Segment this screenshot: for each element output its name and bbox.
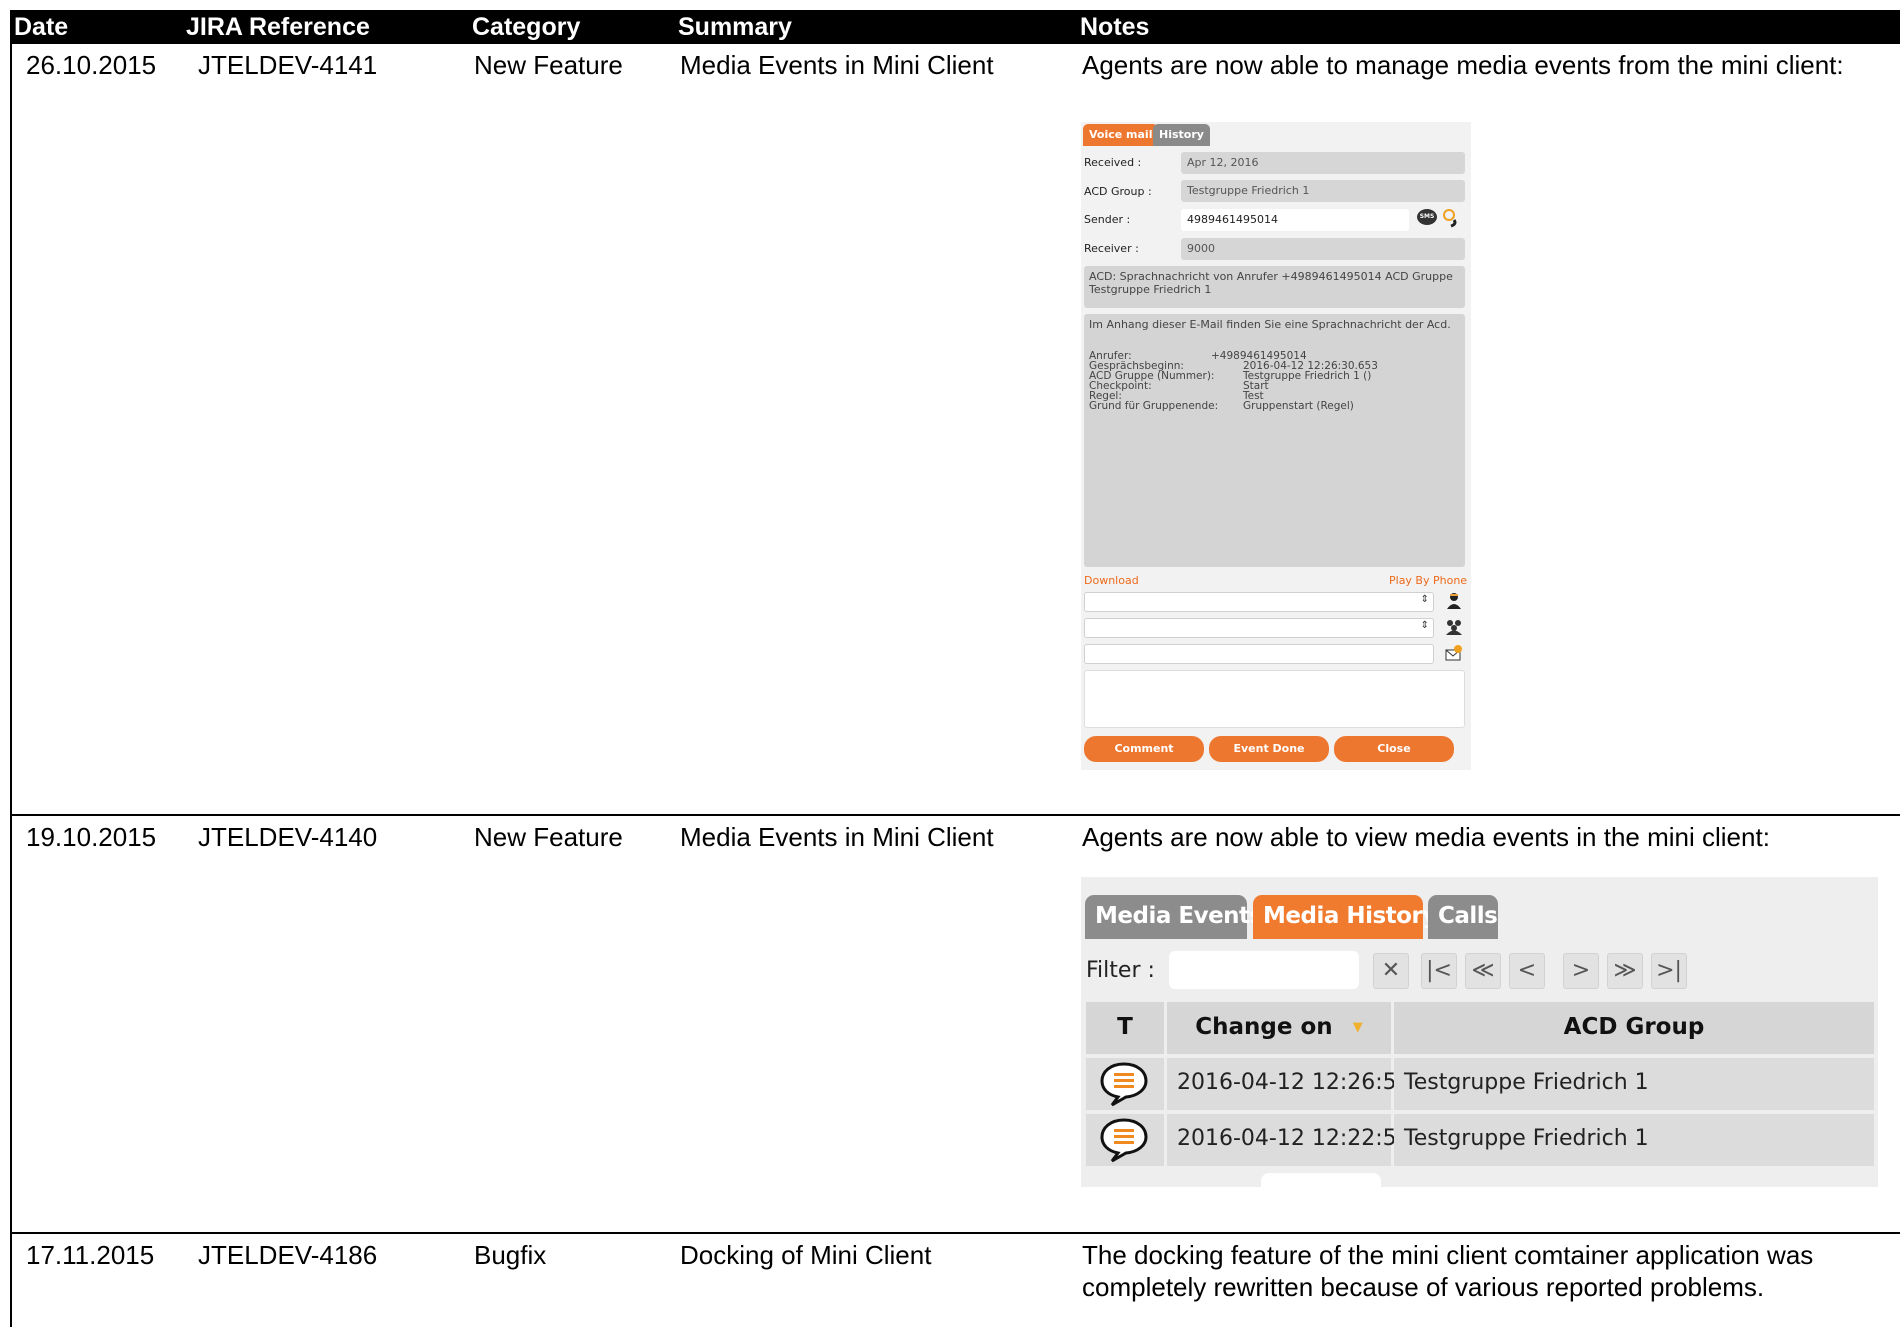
table-cell-change-on[interactable]: 2016-04-12 12:26:57 [1167,1058,1411,1110]
table-cell-acd-group[interactable]: Testgruppe Friedrich 1 [1394,1114,1874,1166]
row-notes-line1: The docking feature of the mini client c… [1082,1240,1814,1270]
acd-group-label: ACD Group : [1084,185,1152,198]
row-category: Bugfix [474,1240,547,1270]
row-summary: Docking of Mini Client [680,1240,932,1270]
fast-back-button[interactable]: ≪ [1465,953,1501,989]
chat-bubble-icon [1098,1117,1150,1169]
sms-icon[interactable]: SMS [1417,209,1437,225]
table-row-type [1086,1058,1164,1110]
row-date: 26.10.2015 [26,50,157,80]
table-row: 26.10.2015 JTELDEV-4141 New Feature Medi… [10,44,1900,816]
body-key: Grund für Gruppenende: [1089,400,1219,412]
row-jira: JTELDEV-4141 [198,50,378,80]
prev-page-button[interactable]: < [1509,953,1545,989]
sort-desc-icon: ▼ [1352,1020,1363,1035]
body-intro: Im Anhang dieser E-Mail finden Sie eine … [1089,318,1451,331]
phone-icon[interactable] [1441,208,1461,228]
row-summary: Media Events in Mini Client [680,822,994,852]
header-summary: Summary [678,13,792,41]
body-value: Gruppenstart (Regel) [1243,400,1354,412]
table-row-type [1086,1114,1164,1166]
header-category: Category [472,13,581,41]
row-summary: Media Events in Mini Client [680,50,994,80]
group-select[interactable]: ⇕ [1084,618,1434,638]
table-header: Date JIRA Reference Category Summary Not… [10,10,1900,44]
voicemail-screenshot: Voice mail History Received : Apr 12, 20… [1081,122,1471,770]
row-notes-line2: completely rewritten because of various … [1082,1272,1765,1302]
event-done-button[interactable]: Event Done [1209,736,1329,762]
sender-field[interactable]: 4989461495014 [1181,209,1409,231]
tab-media-events[interactable]: Media Events [1085,895,1263,939]
download-link[interactable]: Download [1084,574,1139,587]
row-jira: JTELDEV-4186 [198,1240,378,1270]
agent-icon[interactable] [1445,592,1463,610]
clear-filter-button[interactable]: ✕ [1373,953,1409,989]
last-page-button[interactable]: >| [1651,953,1687,989]
acd-group-field: Testgruppe Friedrich 1 [1181,180,1465,202]
table-cell-acd-group[interactable]: Testgruppe Friedrich 1 [1394,1058,1874,1110]
row-category: New Feature [474,822,623,852]
media-history-screenshot: Media Events Media History Calls Filter … [1081,877,1878,1187]
row-jira: JTELDEV-4140 [198,822,378,852]
tab-voice-mail[interactable]: Voice mail [1083,124,1159,146]
tab-media-history[interactable]: Media History [1253,895,1437,939]
header-date: Date [14,13,69,41]
received-field: Apr 12, 2016 [1181,152,1465,174]
row-notes: Agents are now able to view media events… [1082,822,1770,852]
filter-label: Filter : [1086,958,1155,983]
close-button[interactable]: Close [1334,736,1454,762]
chat-bubble-icon [1098,1061,1150,1113]
email-icon[interactable] [1445,644,1463,662]
filter-input[interactable] [1169,951,1359,989]
receiver-label: Receiver : [1084,242,1139,255]
received-label: Received : [1084,156,1142,169]
sender-label: Sender : [1084,213,1131,226]
tab-history[interactable]: History [1153,124,1210,146]
header-jira: JIRA Reference [186,13,370,41]
column-header-change-on-label: Change on [1195,1014,1333,1040]
header-notes: Notes [1080,13,1150,41]
subject-box: ACD: Sprachnachricht von Anrufer +498946… [1084,266,1465,308]
column-header-change-on[interactable]: Change on ▼ [1167,1002,1391,1054]
comment-textarea[interactable] [1084,670,1465,728]
row-notes: Agents are now able to manage media even… [1082,50,1844,80]
fast-forward-button[interactable]: ≫ [1607,953,1643,989]
play-by-phone-link[interactable]: Play By Phone [1389,574,1467,587]
row-date: 17.11.2015 [26,1240,155,1270]
comment-button[interactable]: Comment [1084,736,1204,762]
table-row: 17.11.2015 JTELDEV-4186 Bugfix Docking o… [10,1234,1900,1327]
table-cell-change-on[interactable]: 2016-04-12 12:22:56 [1167,1114,1411,1166]
agent-select[interactable]: ⇕ [1084,592,1434,612]
column-header-type[interactable]: T [1086,1002,1164,1054]
row-category: New Feature [474,50,623,80]
column-header-acd-group[interactable]: ACD Group [1394,1002,1874,1054]
email-input[interactable] [1084,644,1434,664]
tab-calls[interactable]: Calls [1428,895,1498,939]
next-page-button[interactable]: > [1563,953,1599,989]
first-page-button[interactable]: |< [1421,953,1457,989]
receiver-field: 9000 [1181,238,1465,260]
pager-stub [1261,1173,1381,1187]
group-icon[interactable] [1445,618,1463,636]
row-date: 19.10.2015 [26,822,157,852]
